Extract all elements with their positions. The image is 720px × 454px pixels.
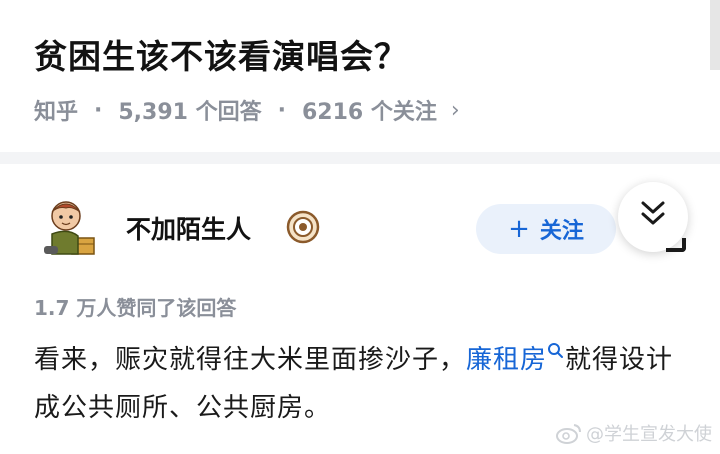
plus-icon: + — [508, 214, 530, 244]
answer-text-part-1: 看来，赈灾就得往大米里面掺沙子， — [34, 345, 467, 375]
search-icon[interactable] — [547, 342, 565, 360]
collapse-tab-mark — [666, 238, 686, 252]
cartoon-avatar-icon[interactable] — [38, 194, 100, 260]
watermark-text: @学生宣发大使 — [586, 424, 712, 445]
follow-label: 关注 — [539, 219, 584, 244]
keyword-link[interactable]: 廉租房 — [466, 345, 547, 375]
source-label: 知乎 — [34, 100, 79, 125]
follower-count: 6216 个关注 — [301, 100, 437, 125]
author-row: 不加陌生人 + 关注 — [0, 164, 720, 284]
verified-badge-icon — [286, 210, 320, 244]
question-header: 贫困生该不该看演唱会？ 知乎 · 5,391 个回答 · 6216 个关注 › — [0, 0, 720, 152]
author-name[interactable]: 不加陌生人 — [126, 210, 251, 246]
weibo-logo-icon — [556, 424, 581, 444]
chevron-right-icon[interactable]: › — [451, 98, 460, 123]
meta-dot: · — [277, 97, 286, 123]
answer-text[interactable]: 看来，赈灾就得往大米里面掺沙子，廉租房 就得设计成公共厕所、公共厨房。 — [34, 336, 694, 432]
question-meta[interactable]: 知乎 · 5,391 个回答 · 6216 个关注 › — [34, 94, 460, 126]
double-chevron-down-icon — [641, 201, 665, 225]
scrollbar[interactable] — [710, 0, 720, 70]
section-divider — [0, 152, 720, 164]
follow-button[interactable]: + 关注 — [476, 204, 616, 254]
answer-count: 5,391 个回答 — [118, 100, 262, 125]
meta-dot: · — [94, 97, 103, 123]
watermark: @学生宣发大使 — [556, 420, 712, 446]
likes-count: 1.7 万人赞同了该回答 — [34, 296, 237, 320]
question-title[interactable]: 贫困生该不该看演唱会？ — [34, 30, 408, 78]
